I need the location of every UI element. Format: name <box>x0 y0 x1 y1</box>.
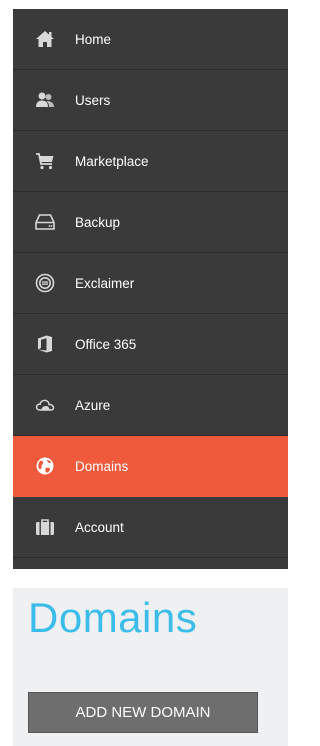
sidebar-item-home[interactable]: Home <box>13 9 288 70</box>
sidebar-item-label: Marketplace <box>75 153 149 169</box>
page-title: Domains <box>28 594 198 641</box>
sidebar-item-account[interactable]: Account <box>13 497 288 558</box>
sidebar-item-marketplace[interactable]: Marketplace <box>13 131 288 192</box>
sidebar-item-label: Account <box>75 519 124 535</box>
sidebar-item-azure[interactable]: Azure <box>13 375 288 436</box>
cart-icon <box>33 149 57 173</box>
sidebar-item-label: Home <box>75 31 112 47</box>
cloud-icon <box>33 393 57 417</box>
sidebar-item-label: Azure <box>75 397 111 413</box>
briefcase-icon <box>33 515 57 539</box>
hard-drive-icon <box>33 210 57 234</box>
sidebar-item-label: Domains <box>75 458 129 474</box>
add-new-domain-button[interactable]: ADD NEW DOMAIN <box>28 692 258 733</box>
sidebar-item-exclaimer[interactable]: Exclaimer <box>13 253 288 314</box>
home-icon <box>33 27 57 51</box>
sidebar-item-domains[interactable]: Domains <box>13 436 288 497</box>
sidebar-item-office-365[interactable]: Office 365 <box>13 314 288 375</box>
sidebar-item-backup[interactable]: Backup <box>13 192 288 253</box>
users-icon <box>33 88 57 112</box>
domains-panel: Domains ADD NEW DOMAIN <box>13 588 288 746</box>
exclaimer-icon <box>33 271 57 295</box>
globe-icon <box>33 454 57 478</box>
sidebar-nav: Home Users Marketplace Backup Exclaimer … <box>13 9 288 569</box>
sidebar-item-label: Exclaimer <box>75 275 135 291</box>
sidebar-item-users[interactable]: Users <box>13 70 288 131</box>
sidebar-item-label: Users <box>75 92 111 108</box>
sidebar-item-label: Office 365 <box>75 336 137 352</box>
sidebar-item-label: Backup <box>75 214 121 230</box>
office-icon <box>33 332 57 356</box>
